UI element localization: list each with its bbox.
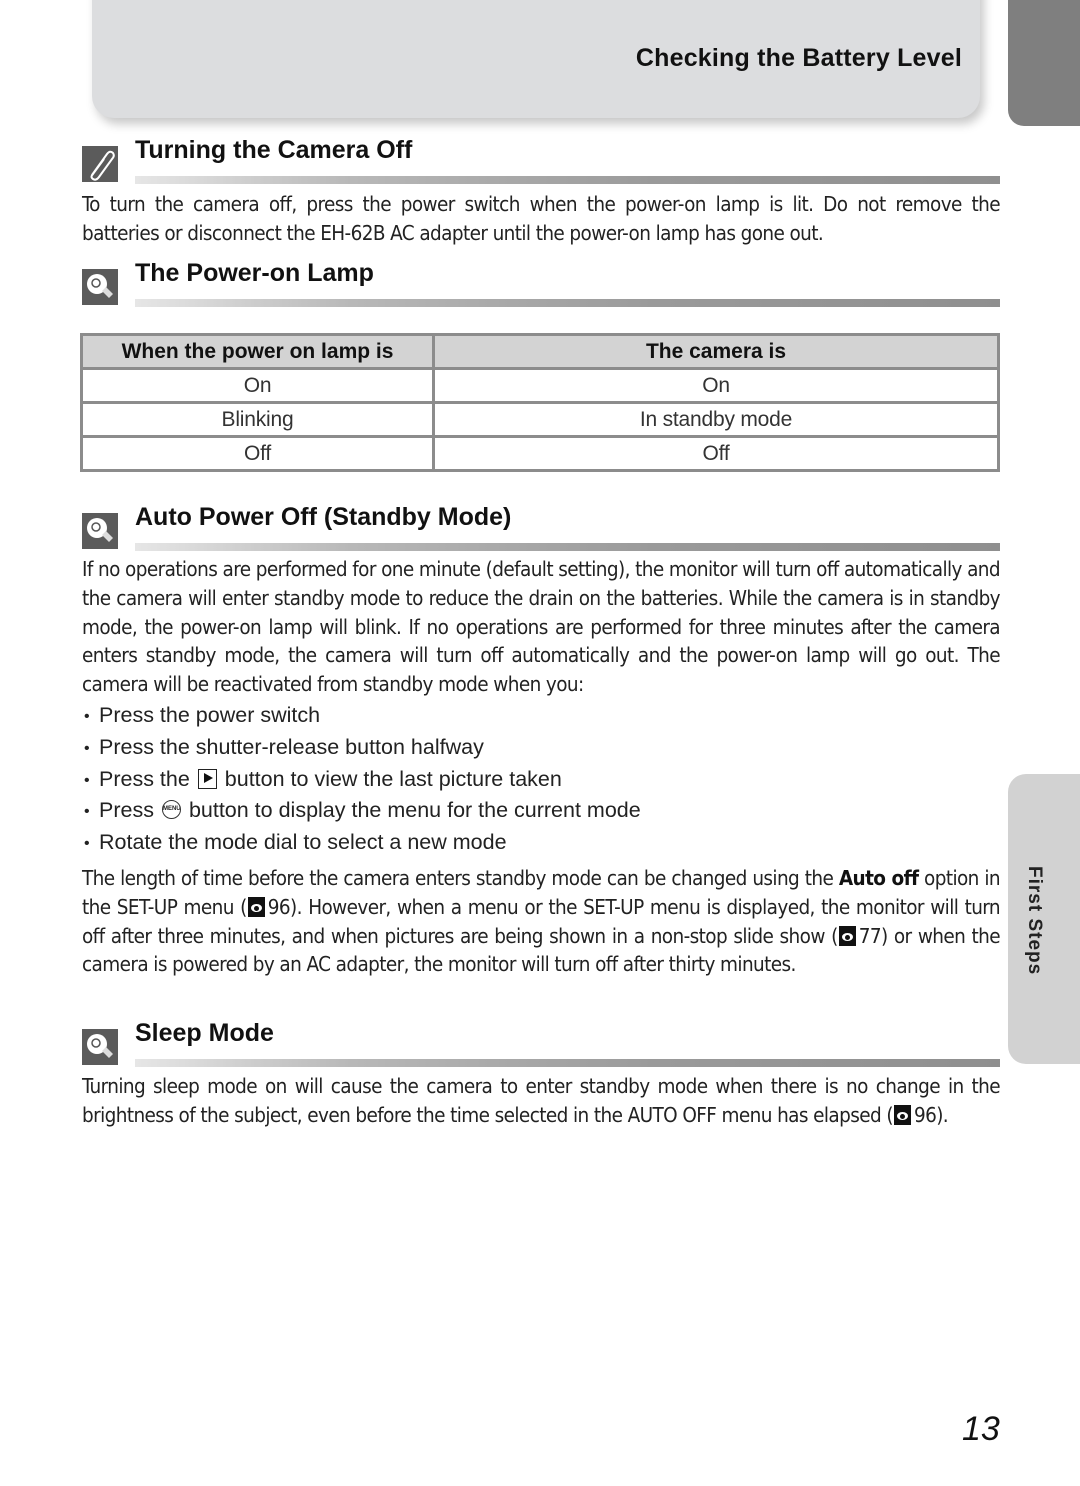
section-title: Auto Power Off (Standby Mode)	[135, 503, 512, 531]
list-item-text: Press the	[99, 766, 190, 791]
list-item-text: Press the shutter-release button halfway	[99, 734, 484, 759]
option-name: Auto off	[838, 866, 919, 890]
section-rule	[135, 543, 1000, 551]
text-run: The length of time before the camera ent…	[82, 866, 839, 890]
page-reference[interactable]: 96	[268, 895, 291, 919]
list-item: • Press the power switch	[84, 703, 321, 727]
lightbulb-tip-icon	[82, 513, 118, 549]
lightbulb-tip-icon	[82, 1029, 118, 1065]
page-reference-icon	[838, 925, 856, 946]
text-run: Turning sleep mode on will cause the cam…	[82, 1074, 1001, 1127]
list-item-text: Rotate the mode dial to select a new mod…	[99, 830, 507, 855]
table-header-row: When the power on lamp is The camera is	[80, 333, 1000, 370]
table-header-cell: When the power on lamp is	[80, 333, 435, 370]
section-title: The Power-on Lamp	[135, 259, 374, 287]
running-header: Checking the Battery Level	[92, 0, 980, 118]
table-row: Off Off	[80, 435, 1000, 472]
page-reference-icon	[247, 896, 265, 917]
table-row: On On	[80, 367, 1000, 404]
page-reference[interactable]: 96	[914, 1103, 937, 1127]
list-item-text: button to display the menu for the curre…	[188, 798, 641, 823]
paperclip-note-icon	[82, 146, 118, 182]
table-cell: On	[80, 367, 435, 404]
section-rule	[135, 176, 1000, 184]
table-cell: In standby mode	[432, 401, 1000, 438]
text-run: ).	[936, 1102, 949, 1127]
table-cell: On	[432, 367, 1000, 404]
table-cell: Off	[432, 435, 1000, 472]
table-cell: Blinking	[80, 401, 435, 438]
auto-power-off-body: If no operations are performed for one m…	[82, 557, 1001, 697]
section-title: Turning the Camera Off	[135, 136, 413, 164]
auto-off-setting-body: The length of time before the camera ent…	[82, 864, 1001, 979]
list-item-text: button to view the last picture taken	[224, 766, 562, 791]
reactivation-list: • Press the power switch • Press the shutt…	[84, 700, 641, 859]
page-reference[interactable]: 77	[859, 924, 882, 948]
section-title: Sleep Mode	[135, 1019, 274, 1047]
list-item: • Rotate the mode dial to select a new mo…	[84, 830, 507, 855]
table-row: Blinking In standby mode	[80, 401, 1000, 438]
menu-button-icon: MENU	[161, 800, 181, 820]
list-item-text: Press the power switch	[99, 703, 321, 727]
lightbulb-tip-icon	[82, 269, 118, 305]
list-item: • Press MENU button to display the menu f…	[84, 798, 641, 823]
chapter-tab-marker	[1008, 0, 1080, 126]
page-number: 13	[962, 1410, 1000, 1448]
list-item: • Press the shutter-release button halfwa…	[84, 734, 484, 759]
running-header-title: Checking the Battery Level	[635, 44, 962, 72]
sleep-mode-body: Turning sleep mode on will cause the cam…	[82, 1072, 1001, 1130]
section-rule	[135, 299, 1000, 307]
section-rule	[135, 1059, 1000, 1067]
list-item-text: Press	[99, 798, 154, 823]
page-reference-icon	[893, 1104, 911, 1125]
list-item: • Press the button to view the last pictu…	[84, 766, 562, 791]
chapter-side-tab-label: First Steps	[1024, 866, 1045, 976]
table-cell: Off	[80, 435, 435, 472]
play-button-icon	[197, 768, 217, 789]
table-header-cell: The camera is	[432, 333, 1000, 370]
power-lamp-table: When the power on lamp is The camera is …	[80, 333, 1000, 472]
turning-off-body: To turn the camera off, press the power …	[82, 192, 1001, 245]
